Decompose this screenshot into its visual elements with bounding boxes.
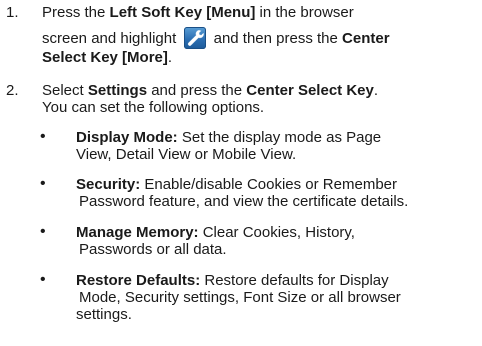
key-name: Left Soft Key [Menu] [109, 4, 256, 21]
bullet-icon: • [40, 128, 46, 145]
text-run: in the browser [255, 4, 354, 21]
text-run: Clear Cookies, History, [198, 224, 355, 241]
step-2-line-2: You can set the following options. [42, 99, 265, 116]
text-run: and press the [147, 82, 247, 99]
step-1-line-1: Press the Left Soft Key [Menu] in the br… [42, 4, 470, 21]
key-name: Select Key [More] [42, 49, 168, 66]
bullet-body: Restore Defaults: Restore defaults for D… [76, 272, 482, 323]
text-run: Enable/disable Cookies or Remember [140, 176, 397, 193]
step-1-line-2: screen and highlight and then press the … [42, 27, 470, 49]
text-run: screen and highlight [42, 30, 181, 47]
text-run: . [373, 82, 379, 99]
text-run: Press the [42, 4, 110, 21]
key-name: Center [342, 30, 390, 47]
bullet-icon: • [40, 175, 46, 192]
bullet-body: Display Mode: Set the display mode as Pa… [76, 129, 482, 163]
step-2: 2. Select Settings and press the Center … [0, 82, 470, 116]
bullet-line: Mode, Security settings, Font Size or al… [79, 289, 401, 306]
text-run: Set the display mode as Page [177, 129, 382, 146]
bullet-line: settings. [76, 306, 132, 323]
bullet-line: Display Mode: Set the display mode as Pa… [76, 129, 482, 146]
bullet-line: Passwords or all data. [79, 241, 227, 258]
text-run: . [167, 49, 173, 66]
option-term: Security: [76, 176, 141, 193]
bullet-line: Manage Memory: Clear Cookies, History, [76, 224, 482, 241]
bullet-icon: • [40, 223, 46, 240]
text-run: Restore defaults for Display [200, 272, 389, 289]
bullet-line: Security: Enable/disable Cookies or Reme… [76, 176, 482, 193]
bullet-line: View, Detail View or Mobile View. [76, 146, 297, 163]
step-number: 1. [6, 4, 19, 21]
step-1-text: Press the Left Soft Key [Menu] in the br… [42, 4, 470, 66]
menu-item-name: Settings [87, 82, 148, 99]
step-1: 1. Press the Left Soft Key [Menu] in the… [0, 4, 470, 66]
step-2-line-1: Select Settings and press the Center Sel… [42, 82, 470, 99]
bullet-icon: • [40, 271, 46, 288]
step-number: 2. [6, 82, 19, 99]
bullet-body: Manage Memory: Clear Cookies, History, P… [76, 224, 482, 258]
wrench-tool-icon [184, 27, 207, 49]
bullet-body: Security: Enable/disable Cookies or Reme… [76, 176, 482, 210]
option-term: Display Mode: [76, 129, 178, 146]
key-name: Center Select Key [246, 82, 374, 99]
text-run: and then press the [209, 30, 343, 47]
bullet-line: Password feature, and view the certifica… [79, 193, 409, 210]
option-term: Manage Memory: [76, 224, 199, 241]
step-1-line-3: Select Key [More]. [42, 49, 470, 66]
bullet-line: Restore Defaults: Restore defaults for D… [76, 272, 482, 289]
text-run: Select [42, 82, 88, 99]
option-term: Restore Defaults: [76, 272, 201, 289]
step-2-text: Select Settings and press the Center Sel… [42, 82, 470, 116]
